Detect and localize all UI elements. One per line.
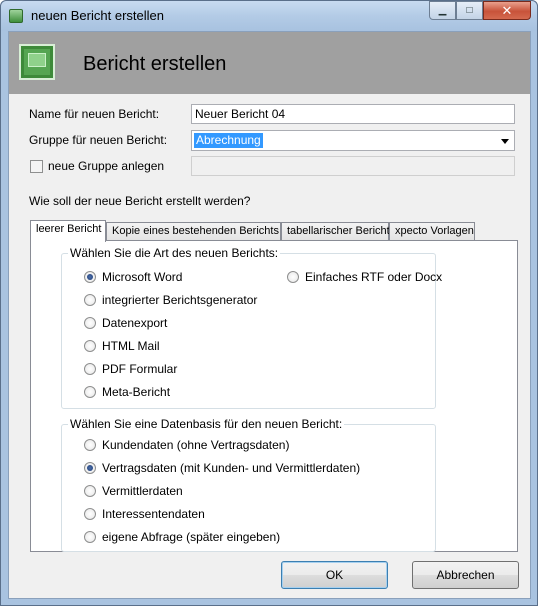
radio-contract-data[interactable] <box>84 462 96 474</box>
radio-microsoft-word[interactable] <box>84 271 96 283</box>
radio-data-export[interactable] <box>84 317 96 329</box>
app-icon <box>9 9 23 23</box>
radio-broker-data[interactable] <box>84 485 96 497</box>
radio-meta-report[interactable] <box>84 386 96 398</box>
radio-report-generator[interactable] <box>84 294 96 306</box>
minimize-button[interactable]: ▁ <box>429 1 456 20</box>
radio-html-mail[interactable] <box>84 340 96 352</box>
option-label[interactable]: Einfaches RTF oder Docx <box>305 270 442 284</box>
data-source-legend: Wählen Sie eine Datenbasis für den neuen… <box>68 417 345 431</box>
radio-custom-query[interactable] <box>84 531 96 543</box>
radio-rtf-docx[interactable] <box>287 271 299 283</box>
name-label: Name für neuen Bericht: <box>29 107 160 121</box>
dialog-client-area: Bericht erstellen Name für neuen Bericht… <box>8 31 531 599</box>
title-bar[interactable]: neuen Bericht erstellen ▁ □ ✕ <box>1 1 537 31</box>
window-title: neuen Bericht erstellen <box>31 8 164 23</box>
close-icon: ✕ <box>501 2 513 18</box>
maximize-icon: □ <box>466 5 473 16</box>
option-label[interactable]: Datenexport <box>102 316 167 330</box>
tab-tabular-report[interactable]: tabellarischer Bericht <box>281 222 390 241</box>
new-group-input <box>191 156 515 176</box>
dialog-header: Bericht erstellen <box>9 32 530 94</box>
option-label[interactable]: Vermittlerdaten <box>102 484 183 498</box>
option-label[interactable]: eigene Abfrage (später eingeben) <box>102 530 280 544</box>
close-button[interactable]: ✕ <box>483 1 531 20</box>
report-type-group: Wählen Sie die Art des neuen Berichts: M… <box>61 246 442 409</box>
tab-xpecto-templates[interactable]: xpecto Vorlagen <box>389 222 475 241</box>
option-label[interactable]: Meta-Bericht <box>102 385 170 399</box>
option-label[interactable]: Interessentendaten <box>102 507 205 521</box>
report-name-input[interactable]: Neuer Bericht 04 <box>191 104 515 124</box>
option-label[interactable]: integrierter Berichtsgenerator <box>102 293 257 307</box>
radio-prospect-data[interactable] <box>84 508 96 520</box>
creation-question: Wie soll der neue Bericht erstellt werde… <box>29 194 251 208</box>
radio-pdf-form[interactable] <box>84 363 96 375</box>
report-icon <box>19 44 55 80</box>
option-label[interactable]: PDF Formular <box>102 362 177 376</box>
new-group-checkbox-label[interactable]: neue Gruppe anlegen <box>48 159 164 173</box>
new-group-checkbox[interactable] <box>30 160 43 173</box>
option-label[interactable]: Kundendaten (ohne Vertragsdaten) <box>102 438 289 452</box>
radio-customer-data[interactable] <box>84 439 96 451</box>
cancel-button[interactable]: Abbrechen <box>412 561 519 589</box>
ok-button[interactable]: OK <box>281 561 388 589</box>
group-label: Gruppe für neuen Bericht: <box>29 133 168 147</box>
tab-panel: Wählen Sie die Art des neuen Berichts: M… <box>30 240 518 552</box>
tab-copy-report[interactable]: Kopie eines bestehenden Berichts <box>106 222 281 241</box>
option-label[interactable]: Microsoft Word <box>102 270 182 284</box>
dialog-heading: Bericht erstellen <box>83 53 227 75</box>
group-select[interactable]: Abrechnung <box>191 130 515 151</box>
data-source-group: Wählen Sie eine Datenbasis für den neuen… <box>61 417 436 552</box>
chevron-down-icon[interactable] <box>501 139 509 144</box>
option-label[interactable]: Vertragsdaten (mit Kunden- und Vermittle… <box>102 461 360 475</box>
group-selected-value: Abrechnung <box>194 133 263 148</box>
dialog-window: neuen Bericht erstellen ▁ □ ✕ Bericht er… <box>0 0 538 606</box>
maximize-button[interactable]: □ <box>456 1 483 20</box>
option-label[interactable]: HTML Mail <box>102 339 160 353</box>
minimize-icon: ▁ <box>438 5 447 16</box>
tab-empty-report[interactable]: leerer Bericht <box>30 220 106 242</box>
report-type-legend: Wählen Sie die Art des neuen Berichts: <box>68 246 281 260</box>
